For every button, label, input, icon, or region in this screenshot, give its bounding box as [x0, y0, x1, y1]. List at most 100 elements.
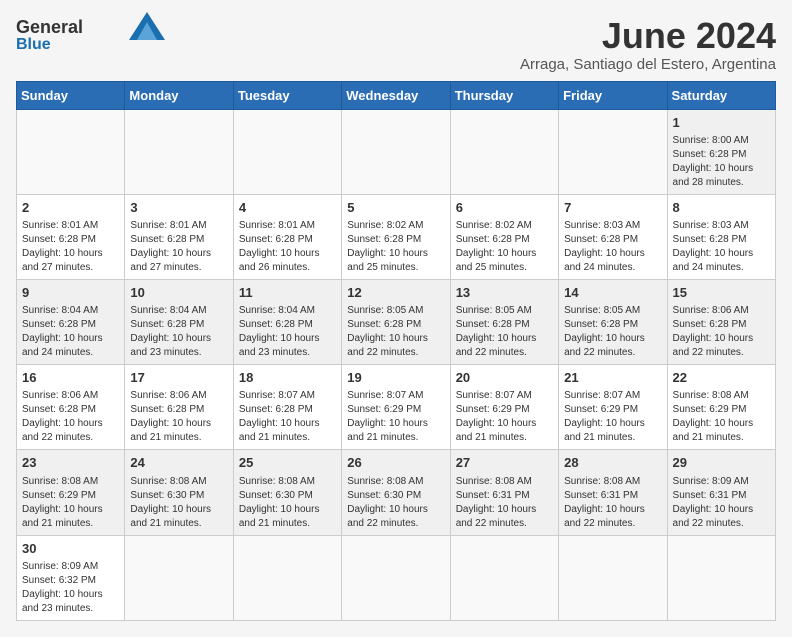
calendar-cell: 26Sunrise: 8:08 AM Sunset: 6:30 PM Dayli…	[342, 450, 450, 535]
subtitle: Arraga, Santiago del Estero, Argentina	[520, 56, 776, 73]
calendar-cell: 2Sunrise: 8:01 AM Sunset: 6:28 PM Daylig…	[17, 194, 125, 279]
calendar-cell	[233, 535, 341, 620]
calendar-cell	[450, 109, 558, 194]
day-number: 9	[22, 284, 119, 302]
calendar-cell: 3 Sunrise: 8:01 AM Sunset: 6:28 PM Daylig…	[125, 194, 233, 279]
calendar-cell: 16 Sunrise: 8:06 AM Sunset: 6:28 PM Dayli…	[17, 365, 125, 450]
weekday-header-monday: Monday	[125, 81, 233, 109]
calendar-week-0: 1 Sunrise: 8:00 AM Sunset: 6:28 PM Daylig…	[17, 109, 776, 194]
day-info: Sunrise: 8:02 AM Sunset: 6:28 PM Dayligh…	[456, 219, 553, 275]
day-info: Sunrise: 8:07 AM Sunset: 6:29 PM Dayligh…	[456, 389, 553, 445]
weekday-header-row: SundayMondayTuesdayWednesdayThursdayFrid…	[17, 81, 776, 109]
calendar-cell: 23 Sunrise: 8:08 AM Sunset: 6:29 PM Dayli…	[17, 450, 125, 535]
day-info: Sunrise: 8:08 AM Sunset: 6:31 PM Dayligh…	[456, 475, 553, 531]
day-info: Sunrise: 8:02 AM Sunset: 6:28 PM Dayligh…	[347, 219, 444, 275]
day-number: 17	[130, 369, 227, 387]
day-info: Sunrise: 8:03 AM Sunset: 6:28 PM Dayligh…	[564, 219, 661, 275]
day-info: Sunrise: 8:05 AM Sunset: 6:28 PM Dayligh…	[456, 304, 553, 360]
day-number: 2	[22, 199, 119, 217]
calendar-cell: 5 Sunrise: 8:02 AM Sunset: 6:28 PM Daylig…	[342, 194, 450, 279]
day-number: 29	[673, 454, 770, 472]
calendar-cell: 7 Sunrise: 8:03 AM Sunset: 6:28 PM Daylig…	[559, 194, 667, 279]
day-number: 25	[239, 454, 336, 472]
calendar-cell: 29 Sunrise: 8:09 AM Sunset: 6:31 PM Dayli…	[667, 450, 775, 535]
day-number: 7	[564, 199, 661, 217]
calendar-cell	[667, 535, 775, 620]
logo-area: General Blue	[16, 16, 165, 54]
calendar-week-2: 9 Sunrise: 8:04 AM Sunset: 6:28 PM Daylig…	[17, 279, 776, 364]
weekday-header-tuesday: Tuesday	[233, 81, 341, 109]
day-number: 30	[22, 540, 119, 558]
calendar-cell: 12Sunrise: 8:05 AM Sunset: 6:28 PM Dayli…	[342, 279, 450, 364]
day-info: Sunrise: 8:07 AM Sunset: 6:28 PM Dayligh…	[239, 389, 336, 445]
day-number: 14	[564, 284, 661, 302]
day-number: 3	[130, 199, 227, 217]
day-info: Sunrise: 8:07 AM Sunset: 6:29 PM Dayligh…	[564, 389, 661, 445]
day-info: Sunrise: 8:06 AM Sunset: 6:28 PM Dayligh…	[130, 389, 227, 445]
calendar-cell: 8 Sunrise: 8:03 AM Sunset: 6:28 PM Daylig…	[667, 194, 775, 279]
day-number: 21	[564, 369, 661, 387]
day-number: 23	[22, 454, 119, 472]
day-info: Sunrise: 8:04 AM Sunset: 6:28 PM Dayligh…	[130, 304, 227, 360]
calendar-cell: 27 Sunrise: 8:08 AM Sunset: 6:31 PM Dayli…	[450, 450, 558, 535]
day-info: Sunrise: 8:04 AM Sunset: 6:28 PM Dayligh…	[22, 304, 119, 360]
day-info: Sunrise: 8:08 AM Sunset: 6:29 PM Dayligh…	[22, 475, 119, 531]
calendar-cell	[17, 109, 125, 194]
calendar-cell: 28 Sunrise: 8:08 AM Sunset: 6:31 PM Dayli…	[559, 450, 667, 535]
day-number: 28	[564, 454, 661, 472]
page-container: General Blue June 2024 Arraga, Santiago …	[16, 16, 776, 621]
header: General Blue June 2024 Arraga, Santiago …	[16, 16, 776, 73]
calendar-cell: 6 Sunrise: 8:02 AM Sunset: 6:28 PM Daylig…	[450, 194, 558, 279]
day-number: 22	[673, 369, 770, 387]
calendar-cell: 9 Sunrise: 8:04 AM Sunset: 6:28 PM Daylig…	[17, 279, 125, 364]
day-info: Sunrise: 8:06 AM Sunset: 6:28 PM Dayligh…	[22, 389, 119, 445]
logo-general-text: General	[16, 17, 83, 37]
day-info: Sunrise: 8:05 AM Sunset: 6:28 PM Dayligh…	[564, 304, 661, 360]
calendar-cell	[342, 109, 450, 194]
calendar-cell: 30 Sunrise: 8:09 AM Sunset: 6:32 PM Dayli…	[17, 535, 125, 620]
day-info: Sunrise: 8:08 AM Sunset: 6:30 PM Dayligh…	[239, 475, 336, 531]
day-number: 16	[22, 369, 119, 387]
calendar-week-1: 2 Sunrise: 8:01 AM Sunset: 6:28 PM Daylig…	[17, 194, 776, 279]
day-number: 18	[239, 369, 336, 387]
title-area: June 2024 Arraga, Santiago del Estero, A…	[520, 16, 776, 73]
calendar-week-5: 30 Sunrise: 8:09 AM Sunset: 6:32 PM Dayli…	[17, 535, 776, 620]
day-info: Sunrise: 8:07 AM Sunset: 6:29 PM Dayligh…	[347, 389, 444, 445]
calendar-cell	[125, 109, 233, 194]
day-info: Sunrise: 8:00 AM Sunset: 6:28 PM Dayligh…	[673, 134, 770, 190]
calendar-cell: 4Sunrise: 8:01 AM Sunset: 6:28 PM Daylig…	[233, 194, 341, 279]
day-number: 11	[239, 284, 336, 302]
day-info: Sunrise: 8:01 AM Sunset: 6:28 PM Dayligh…	[130, 219, 227, 275]
calendar-cell: 25 Sunrise: 8:08 AM Sunset: 6:30 PM Dayli…	[233, 450, 341, 535]
weekday-header-wednesday: Wednesday	[342, 81, 450, 109]
calendar-cell	[233, 109, 341, 194]
calendar-cell	[342, 535, 450, 620]
calendar-cell: 17 Sunrise: 8:06 AM Sunset: 6:28 PM Dayli…	[125, 365, 233, 450]
day-info: Sunrise: 8:06 AM Sunset: 6:28 PM Dayligh…	[673, 304, 770, 360]
day-info: Sunrise: 8:08 AM Sunset: 6:29 PM Dayligh…	[673, 389, 770, 445]
weekday-header-saturday: Saturday	[667, 81, 775, 109]
day-number: 27	[456, 454, 553, 472]
day-number: 4	[239, 199, 336, 217]
day-number: 12	[347, 284, 444, 302]
weekday-header-thursday: Thursday	[450, 81, 558, 109]
day-info: Sunrise: 8:09 AM Sunset: 6:31 PM Dayligh…	[673, 475, 770, 531]
calendar-cell	[559, 535, 667, 620]
day-info: Sunrise: 8:03 AM Sunset: 6:28 PM Dayligh…	[673, 219, 770, 275]
calendar-week-4: 23 Sunrise: 8:08 AM Sunset: 6:29 PM Dayli…	[17, 450, 776, 535]
day-info: Sunrise: 8:08 AM Sunset: 6:31 PM Dayligh…	[564, 475, 661, 531]
weekday-header-friday: Friday	[559, 81, 667, 109]
calendar-cell: 11Sunrise: 8:04 AM Sunset: 6:28 PM Dayli…	[233, 279, 341, 364]
day-number: 13	[456, 284, 553, 302]
calendar-table: SundayMondayTuesdayWednesdayThursdayFrid…	[16, 81, 776, 621]
day-number: 6	[456, 199, 553, 217]
calendar-cell	[450, 535, 558, 620]
day-info: Sunrise: 8:08 AM Sunset: 6:30 PM Dayligh…	[130, 475, 227, 531]
day-number: 5	[347, 199, 444, 217]
day-number: 1	[673, 114, 770, 132]
day-number: 8	[673, 199, 770, 217]
logo-blue-text: Blue	[16, 36, 51, 54]
day-info: Sunrise: 8:09 AM Sunset: 6:32 PM Dayligh…	[22, 560, 119, 616]
weekday-header-sunday: Sunday	[17, 81, 125, 109]
calendar-cell: 10Sunrise: 8:04 AM Sunset: 6:28 PM Dayli…	[125, 279, 233, 364]
